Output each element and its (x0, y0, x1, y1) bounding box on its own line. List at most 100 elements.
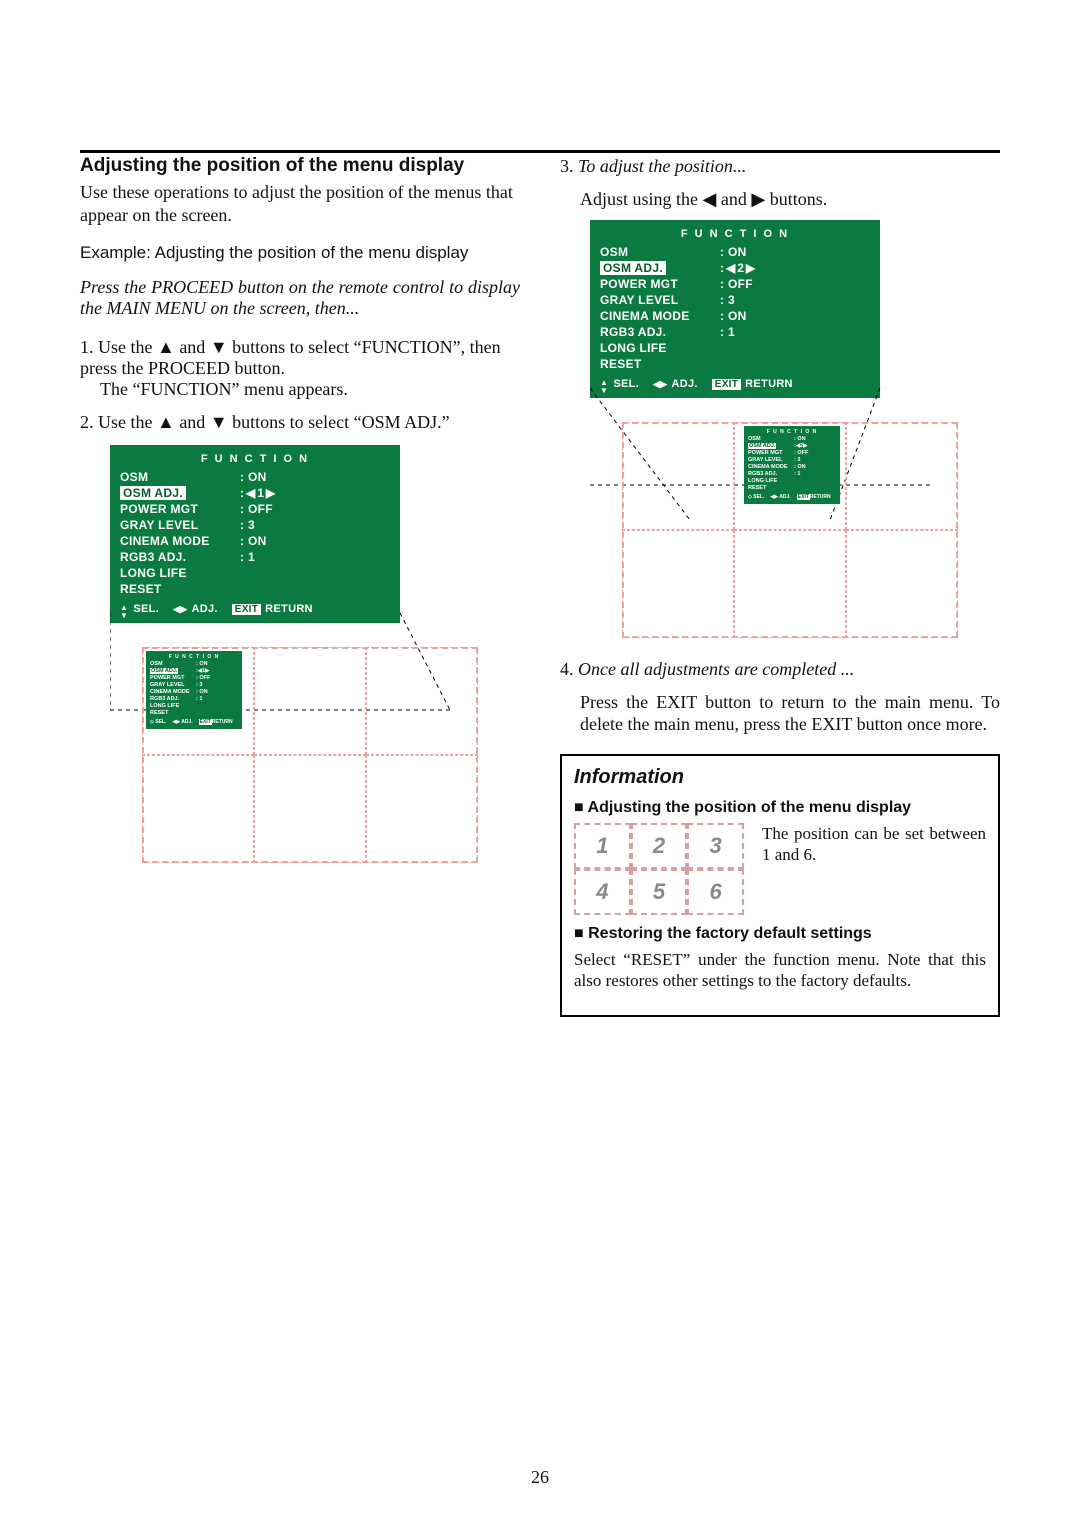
osd-title: F U N C T I O N (120, 453, 390, 465)
left-arrow-icon: ◀ (726, 261, 737, 275)
m: 1 (794, 471, 800, 478)
osd-wrap-2: F U N C T I O N OSMON OSM ADJ.:◀2▶ POWER… (590, 220, 1000, 630)
mini-osd-right: F U N C T I O N OSMON OSM ADJ.:◀2▶ POWER… (744, 426, 840, 504)
m: RGB3 ADJ. (150, 696, 196, 703)
m: OSM (748, 436, 794, 443)
right-arrow-icon: ▶ (746, 261, 757, 275)
m: OFF (794, 450, 808, 457)
t: Adjust using the (580, 189, 703, 209)
t: and (175, 337, 210, 357)
info-subheading-2: Restoring the factory default settings (574, 925, 986, 943)
step-2: 2. Use the ▲ and ▼ buttons to select “OS… (80, 412, 520, 433)
left-column: Adjusting the position of the menu displ… (80, 155, 520, 1017)
m: CINEMA MODE (748, 464, 794, 471)
step-3-body: Adjust using the ◀ and ▶ buttons. (560, 188, 1000, 211)
osd-value: 3 (720, 293, 735, 307)
up-arrow-icon: ▲ (157, 412, 175, 432)
osd-label: LONG LIFE (600, 341, 720, 355)
m: EXIT (797, 494, 810, 500)
osd-wrap-1: F U N C T I O N OSM ON OSM ADJ. :◀1▶ POWER… (110, 445, 520, 855)
left-arrow-icon: ◀ (246, 486, 257, 500)
osd-selected: OSM ADJ. (600, 261, 666, 275)
m: EXIT (199, 719, 212, 725)
osd-value: 3 (240, 518, 255, 532)
osd-value: :◀2▶ (720, 261, 757, 275)
pos-cell: 3 (687, 823, 744, 869)
m: CINEMA MODE (150, 689, 196, 696)
t: SEL. (133, 603, 159, 615)
mini-osd-title: F U N C T I O N (150, 654, 238, 661)
m: 1 (196, 696, 202, 703)
m: ON (196, 689, 208, 696)
m: OFF (196, 675, 210, 682)
osd-label: OSM (600, 245, 720, 259)
t: RETURN (265, 603, 313, 615)
osd-value: :◀1▶ (240, 486, 277, 500)
hint-return: EXIT RETURN (232, 603, 313, 615)
down-arrow-icon: ▼ (210, 412, 228, 432)
t: RETURN (745, 378, 793, 390)
m: LONG LIFE (150, 703, 196, 710)
osd-label: GRAY LEVEL (120, 518, 240, 532)
step-4-body: Press the EXIT button to return to the m… (560, 691, 1000, 736)
step-1: 1. Use the ▲ and ▼ buttons to select “FU… (80, 337, 520, 400)
osd-label: RESET (600, 357, 720, 371)
osd-label: RESET (120, 582, 240, 596)
hint-return: EXIT RETURN (712, 378, 793, 390)
tv-screen-left: F U N C T I O N OSMON OSM ADJ.:◀1▶ POWER… (140, 645, 480, 865)
exit-badge: EXIT (232, 604, 261, 615)
t: buttons to select “OSM ADJ.” (228, 412, 450, 432)
m: LONG LIFE (748, 478, 794, 485)
up-arrow-icon: ▲ (157, 337, 175, 357)
osd-value: ON (720, 309, 747, 323)
osd-label: LONG LIFE (120, 566, 240, 580)
right-arrow-icon: ▶ (751, 189, 765, 209)
right-arrow-icon: ▶ (266, 486, 277, 500)
pos-cell: 2 (631, 823, 688, 869)
osd-label: CINEMA MODE (600, 309, 720, 323)
right-column: 3. To adjust the position... Adjust usin… (560, 155, 1000, 1017)
t: ADJ. (671, 378, 697, 390)
step-4: 4. Once all adjustments are completed ..… (560, 658, 1000, 681)
osd-label: RGB3 ADJ. (600, 325, 720, 339)
function-osd-2: F U N C T I O N OSMON OSM ADJ.:◀2▶ POWER… (590, 220, 880, 398)
step-3: 3. To adjust the position... (560, 155, 1000, 178)
osd-value: ON (240, 534, 267, 548)
n: 4. (560, 659, 578, 679)
osd-label: OSM ADJ. (120, 486, 240, 500)
m: OSM ADJ. (748, 443, 776, 449)
info-body-1: The position can be set between 1 and 6. (762, 823, 986, 905)
osd-label: POWER MGT (120, 502, 240, 516)
m: ON (794, 464, 806, 471)
m: SEL. (753, 494, 764, 500)
osd-value: ON (720, 245, 747, 259)
hint-sel: SEL. (600, 378, 639, 390)
page-number: 26 (0, 1467, 1080, 1488)
t: 1. Use the (80, 337, 157, 357)
section-heading: Adjusting the position of the menu displ… (80, 155, 520, 177)
info-body-2: Select “RESET” under the function menu. … (574, 949, 986, 992)
m: 3 (196, 682, 202, 689)
osd-value: ON (240, 470, 267, 484)
m: OSM (150, 661, 196, 668)
m: RETURN (810, 494, 831, 500)
exit-badge: EXIT (712, 379, 741, 390)
tv-screen-right: F U N C T I O N OSMON OSM ADJ.:◀2▶ POWER… (620, 420, 960, 640)
t: 2. Use the (80, 412, 157, 432)
intro-text: Use these operations to adjust the posit… (80, 181, 520, 226)
v: 2 (737, 261, 746, 275)
pos-cell: 5 (631, 869, 688, 915)
osd-selected: OSM ADJ. (120, 486, 186, 500)
step-1-b: The “FUNCTION” menu appears. (80, 379, 520, 400)
m: POWER MGT (150, 675, 196, 682)
m: RGB3 ADJ. (748, 471, 794, 478)
osd-value: OFF (720, 277, 753, 291)
step-title: Once all adjustments are completed ... (578, 659, 854, 679)
position-grid: 1 2 3 4 5 6 (574, 823, 744, 915)
t: and (175, 412, 210, 432)
info-row: 1 2 3 4 5 6 The position can be set betw… (574, 823, 986, 915)
osd-title: F U N C T I O N (600, 228, 870, 240)
pos-cell: 6 (687, 869, 744, 915)
osd-value: 1 (240, 550, 255, 564)
osd-value: 1 (720, 325, 735, 339)
